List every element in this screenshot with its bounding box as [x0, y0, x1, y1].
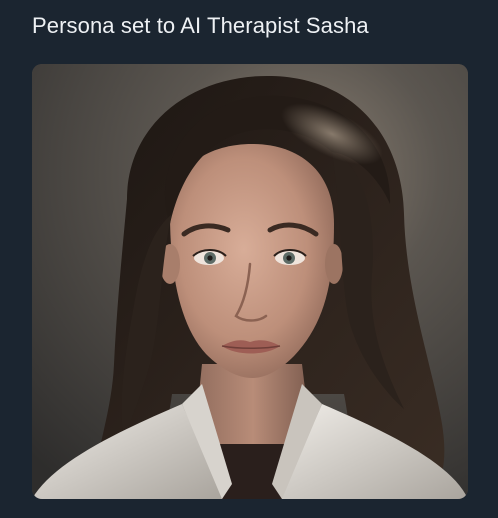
persona-image[interactable] — [32, 64, 468, 499]
message-text: Persona set to AI Therapist Sasha — [32, 13, 369, 38]
persona-portrait — [32, 64, 468, 499]
